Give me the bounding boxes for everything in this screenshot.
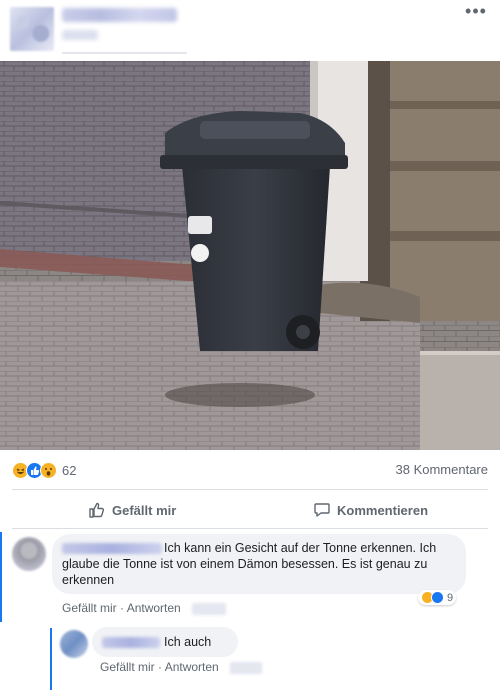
reaction-count: 62 — [62, 462, 77, 478]
header-divider — [62, 52, 187, 54]
author-avatar[interactable] — [10, 7, 54, 51]
comment-count-link[interactable]: 38 Kommentare — [396, 462, 489, 477]
comment-like-link[interactable]: Gefällt mir — [62, 601, 117, 615]
comment-button[interactable]: Kommentieren — [313, 496, 428, 524]
comment-thread-indicator — [0, 532, 2, 622]
reply-thread-indicator — [50, 628, 52, 690]
comment-actions: Gefällt mir · Antworten — [62, 601, 227, 615]
commenter-avatar[interactable] — [12, 537, 46, 571]
reaction-summary[interactable]: 62 — [12, 461, 76, 479]
reply-bubble: Ich auch — [92, 627, 238, 657]
divider-bottom — [12, 528, 488, 529]
like-reaction-icon — [431, 591, 444, 604]
replier-avatar[interactable] — [60, 630, 88, 658]
reply-timestamp-blurred[interactable] — [230, 661, 263, 674]
comment-bubble: Ich kann ein Gesicht auf der Tonne erken… — [52, 534, 466, 594]
comment-reaction-summary[interactable]: 9 — [418, 590, 457, 605]
reply-actions: Gefällt mir · Antworten — [100, 660, 263, 674]
reply-reply-link[interactable]: Antworten — [165, 660, 219, 674]
thumbs-up-icon — [89, 502, 105, 518]
more-options-button[interactable]: ••• — [462, 1, 490, 24]
reply-like-link[interactable]: Gefällt mir — [100, 660, 155, 674]
commenter-name-blurred[interactable] — [62, 543, 162, 555]
separator: · — [120, 601, 125, 615]
post-timestamp-blurred[interactable] — [62, 30, 98, 40]
comment-button-label: Kommentieren — [337, 502, 429, 518]
comment-timestamp-blurred[interactable] — [192, 602, 227, 615]
facebook-post: ••• 62 38 Kommentare Gefällt mir Komment… — [0, 0, 500, 692]
comment-reply-link[interactable]: Antworten — [127, 601, 181, 615]
author-name-blurred[interactable] — [62, 8, 177, 22]
comment-reaction-count: 9 — [447, 591, 454, 604]
ellipsis-icon: ••• — [465, 1, 487, 21]
divider-top — [12, 489, 488, 490]
separator: · — [158, 660, 163, 674]
post-header: ••• — [0, 0, 500, 62]
post-photo[interactable] — [0, 61, 500, 450]
floating-trash-bin-photo — [0, 61, 500, 450]
like-button[interactable]: Gefällt mir — [88, 496, 176, 524]
reply-text: Ich auch — [164, 635, 212, 649]
like-button-label: Gefällt mir — [112, 502, 177, 518]
replier-name-blurred[interactable] — [102, 637, 160, 649]
wow-reaction-icon — [40, 461, 57, 479]
comment-bubble-icon — [314, 503, 330, 517]
